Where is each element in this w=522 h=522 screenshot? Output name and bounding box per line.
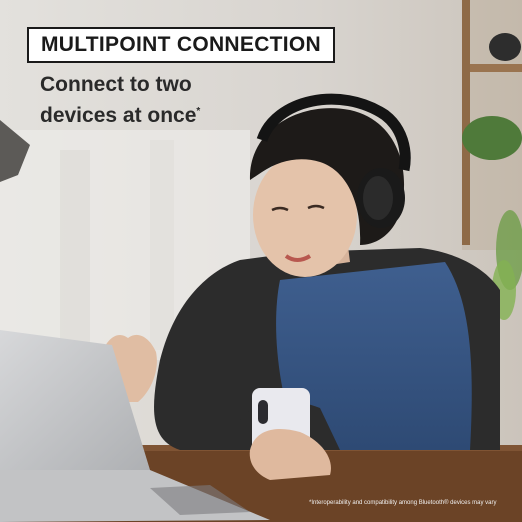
footnote-disclaimer: *Interoperability and compatibility amon… bbox=[309, 500, 497, 506]
wooden-shelf bbox=[462, 64, 522, 72]
subhead-line-2-text: devices at once bbox=[40, 104, 197, 127]
subhead-asterisk: * bbox=[196, 106, 201, 117]
subhead-line-1: Connect to two bbox=[40, 73, 192, 96]
headline-text: MULTIPOINT CONNECTION bbox=[40, 33, 322, 56]
headline-banner: MULTIPOINT CONNECTION bbox=[27, 27, 335, 63]
product-hero-image: MULTIPOINT CONNECTION Connect to two dev… bbox=[0, 0, 522, 522]
plant-leaves bbox=[462, 116, 522, 160]
subhead-text: Connect to two devices at once* bbox=[40, 71, 260, 129]
subhead-line-2: devices at once* bbox=[40, 98, 260, 129]
